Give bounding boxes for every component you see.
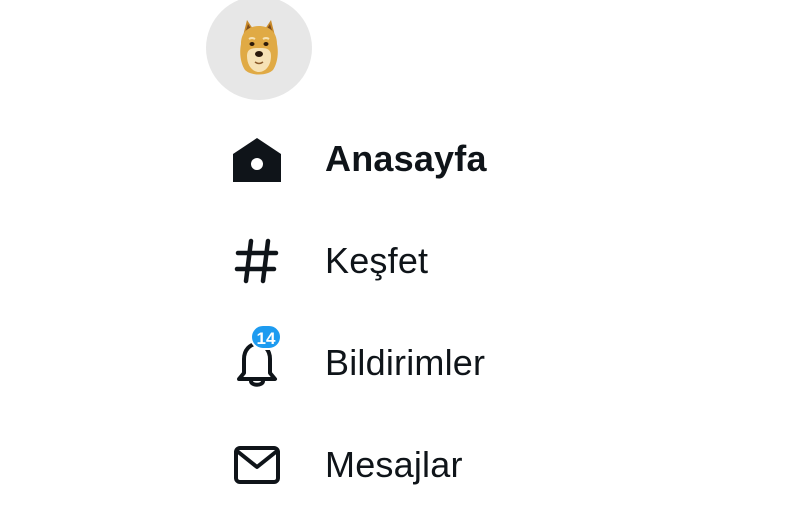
hashtag-icon xyxy=(220,219,294,303)
nav-item-home[interactable]: Anasayfa xyxy=(220,117,580,201)
nav-label-notifications: Bildirimler xyxy=(325,342,486,383)
home-icon xyxy=(220,117,294,201)
profile-avatar-button[interactable] xyxy=(206,0,312,100)
nav-label-home: Anasayfa xyxy=(325,138,487,179)
nav-item-notifications[interactable]: 14 Bildirimler xyxy=(220,321,580,405)
nav-label-explore: Keşfet xyxy=(325,240,429,281)
doge-avatar-icon xyxy=(240,20,278,75)
nav-item-messages[interactable]: Mesajlar xyxy=(220,423,580,507)
notification-count-badge: 14 xyxy=(250,324,282,350)
bell-icon: 14 xyxy=(220,321,294,405)
sidebar-nav: Anasayfa Keşfet 14 Bildirimler Mesajlar xyxy=(0,0,800,500)
nav-item-explore[interactable]: Keşfet xyxy=(220,219,580,303)
envelope-icon xyxy=(220,423,294,507)
nav-label-messages: Mesajlar xyxy=(325,444,463,485)
